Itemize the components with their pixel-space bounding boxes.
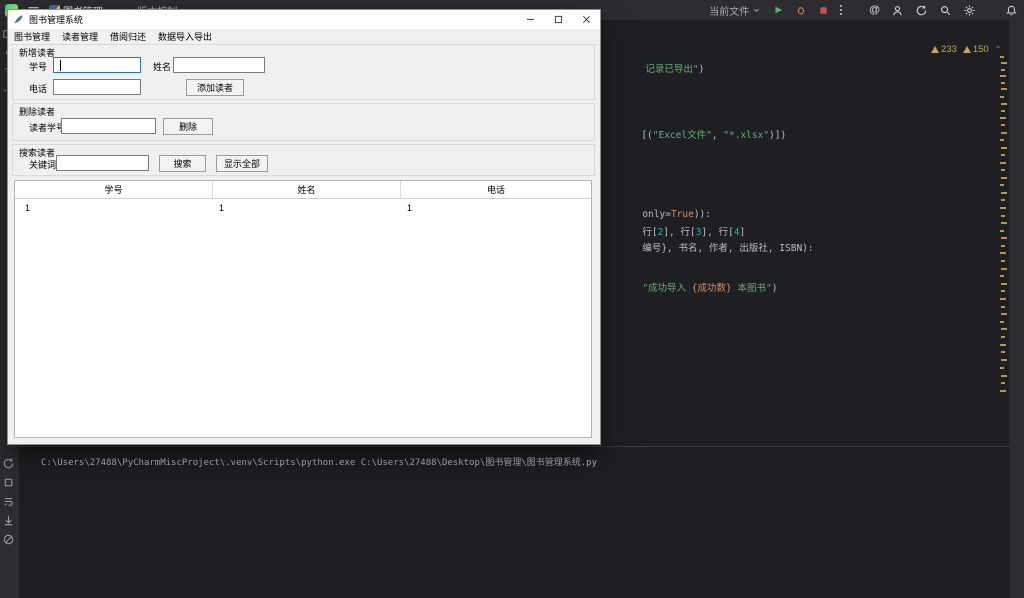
search-button[interactable]: 搜索 — [159, 155, 206, 172]
window-title: 图书管理系统 — [29, 13, 83, 26]
code-fragment: "成功导入 {成功数} 本图书") — [608, 269, 777, 308]
window-titlebar[interactable]: 图书管理系统 — [8, 10, 600, 29]
right-tool-strip — [1009, 20, 1024, 598]
run-configuration-widget[interactable]: 当前文件 — [709, 3, 761, 18]
run-icon[interactable] — [772, 4, 784, 16]
cell-student-id: 1 — [15, 199, 213, 216]
search-reader-section: 搜索读者 关键词 搜索 显示全部 — [12, 144, 595, 176]
search-icon[interactable] — [939, 4, 952, 17]
show-all-button[interactable]: 显示全部 — [216, 155, 268, 172]
stop-run-icon[interactable] — [2, 476, 15, 489]
delete-reader-section-title: 删除读者 — [19, 105, 55, 118]
feather-icon — [13, 14, 24, 25]
sync-icon[interactable] — [915, 4, 928, 17]
name-input[interactable] — [173, 57, 265, 73]
text-caret — [60, 60, 61, 71]
debug-icon[interactable] — [795, 4, 807, 16]
warning-icon — [963, 46, 971, 53]
chevron-down-icon — [752, 6, 761, 15]
delete-button[interactable]: 删除 — [163, 118, 213, 135]
cell-phone: 1 — [401, 199, 591, 216]
app-menubar: 图书管理 读者管理 借阅归还 数据导入导出 — [8, 29, 600, 45]
error-stripe[interactable] — [1000, 48, 1009, 428]
student-id-input[interactable] — [53, 57, 141, 73]
readers-table: 学号 姓名 电话 1 1 1 — [14, 180, 592, 438]
settings-icon[interactable] — [963, 4, 976, 17]
code-fragment: 记录已导出") — [611, 50, 704, 89]
more-actions-icon[interactable] — [840, 5, 842, 15]
delete-id-input[interactable] — [61, 118, 156, 134]
warning-count-2: 150 — [963, 44, 989, 55]
header-phone[interactable]: 电话 — [401, 181, 591, 198]
rerun-icon[interactable] — [2, 457, 15, 470]
add-reader-button[interactable]: 添加读者 — [186, 79, 244, 96]
table-row[interactable]: 1 1 1 — [15, 199, 591, 216]
pycharm-screen: 图书管理.py 版本控制 当前文件 — [0, 0, 1024, 598]
stop-icon[interactable] — [818, 5, 829, 16]
run-configuration-label: 当前文件 — [709, 3, 749, 18]
scroll-to-end-icon[interactable] — [2, 514, 15, 527]
delete-reader-section: 删除读者 读者学号 删除 — [12, 103, 595, 141]
table-header-row: 学号 姓名 电话 — [15, 181, 591, 199]
profile-icon[interactable] — [891, 4, 904, 17]
menu-reader-management[interactable]: 读者管理 — [56, 29, 104, 44]
phone-input[interactable] — [53, 79, 141, 95]
cell-name: 1 — [213, 199, 401, 216]
minimize-button[interactable] — [516, 10, 544, 29]
softwrap-icon[interactable] — [2, 495, 15, 508]
phone-label: 电话 — [29, 82, 47, 95]
add-reader-section: 新增读者 学号 姓名 电话 添加读者 — [12, 44, 595, 100]
keyword-label: 关键词 — [29, 158, 56, 171]
notifications-icon[interactable] — [1005, 4, 1018, 17]
run-console[interactable]: C:\Users\27488\PyCharmMiscProject\.venv\… — [19, 446, 1010, 598]
delete-id-label: 读者学号 — [29, 121, 65, 134]
console-command-line: C:\Users\27488\PyCharmMiscProject\.venv\… — [41, 455, 597, 468]
menu-import-export[interactable]: 数据导入导出 — [152, 29, 218, 44]
maximize-button[interactable] — [544, 10, 572, 29]
clear-output-icon[interactable] — [2, 533, 15, 546]
menu-book-management[interactable]: 图书管理 — [8, 29, 56, 44]
app-window: 图书管理系统 图书管理 读者管理 借阅归还 数据导入导出 新增读者 学号 — [8, 10, 600, 444]
menu-borrow-return[interactable]: 借阅归还 — [104, 29, 152, 44]
warning-icon — [931, 46, 939, 53]
student-id-label: 学号 — [29, 60, 47, 73]
code-fragment: 编号}, 书名, 作者, 出版社, ISBN): — [608, 229, 814, 268]
add-reader-section-title: 新增读者 — [19, 46, 55, 59]
code-fragment: [("Excel文件", "*.xlsx")]) — [607, 116, 786, 155]
name-label: 姓名 — [153, 60, 171, 73]
header-name[interactable]: 姓名 — [213, 181, 401, 198]
warning-count-1: 233 — [931, 44, 957, 55]
close-button[interactable] — [572, 10, 600, 29]
at-icon[interactable]: @ — [869, 4, 880, 16]
keyword-input[interactable] — [56, 155, 149, 171]
header-student-id[interactable]: 学号 — [15, 181, 213, 198]
